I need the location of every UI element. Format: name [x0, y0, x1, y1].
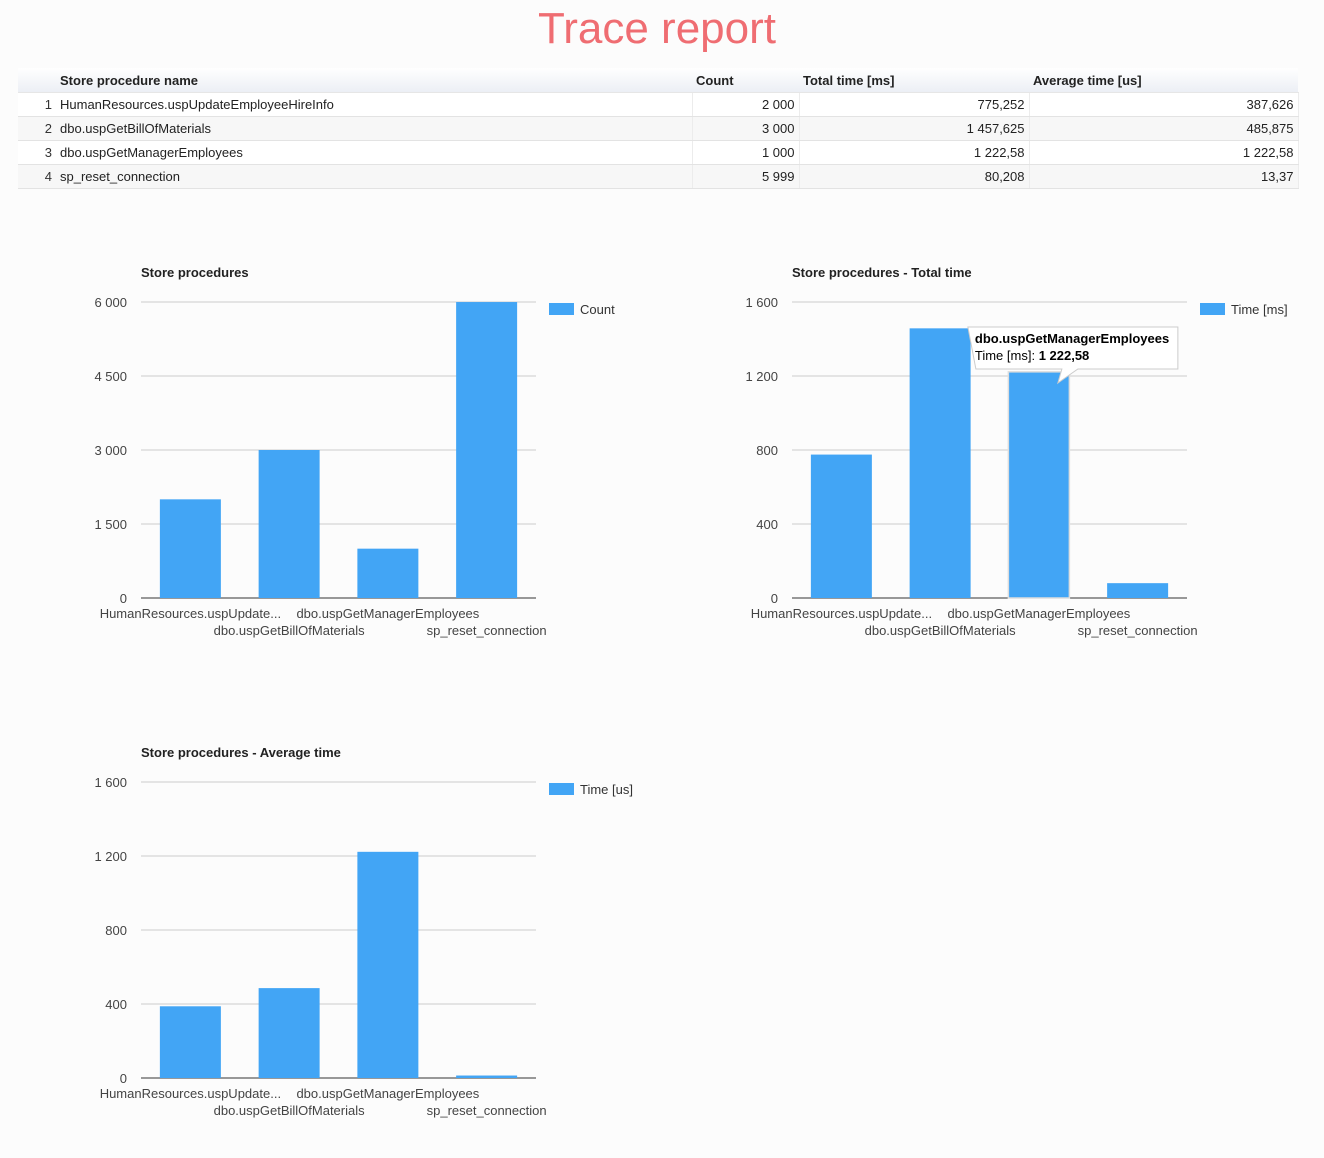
x-tick-label: sp_reset_connection: [427, 1103, 547, 1118]
count-cell: 2 000: [692, 92, 800, 117]
y-tick-label: 800: [756, 443, 778, 458]
legend-swatch[interactable]: [549, 303, 574, 315]
x-tick-label: dbo.uspGetBillOfMaterials: [214, 623, 366, 638]
count-cell: 5 999: [692, 164, 800, 189]
trace-table: Store procedure name Count Total time [m…: [18, 68, 1299, 189]
total-time-cell: 1 222,58: [799, 140, 1030, 165]
y-tick-label: 1 600: [745, 295, 778, 310]
chart-count: Store procedures 0 1 500 3 000 4 500 6 000 Hum…: [94, 265, 615, 638]
average-time-cell: 387,626: [1029, 92, 1299, 117]
procedure-name-cell: sp_reset_connection: [56, 164, 693, 189]
x-tick-label: dbo.uspGetBillOfMaterials: [865, 623, 1017, 638]
row-index: 2: [18, 116, 56, 141]
bar[interactable]: [159, 1006, 221, 1078]
x-tick-label: sp_reset_connection: [427, 623, 547, 638]
table-row[interactable]: 3 dbo.uspGetManagerEmployees 1 000 1 222…: [18, 140, 1299, 165]
total-time-cell: 775,252: [799, 92, 1030, 117]
chart-total-time: Store procedures - Total time 0 400 800 1 20…: [745, 265, 1288, 638]
bar[interactable]: [909, 328, 971, 598]
y-tick-label: 3 000: [94, 443, 127, 458]
x-tick-label: dbo.uspGetManagerEmployees: [947, 606, 1130, 621]
y-tick-label: 1 200: [745, 369, 778, 384]
bar[interactable]: [258, 988, 320, 1078]
procedure-name-cell: dbo.uspGetBillOfMaterials: [56, 116, 693, 141]
header-average-time[interactable]: Average time [us]: [1029, 68, 1298, 93]
y-tick-label: 400: [756, 517, 778, 532]
chart-title: Store procedures: [141, 265, 249, 280]
chart-title: Store procedures - Average time: [141, 745, 341, 760]
average-time-cell: 485,875: [1029, 116, 1299, 141]
y-tick-label: 4 500: [94, 369, 127, 384]
header-total-time[interactable]: Total time [ms]: [799, 68, 1029, 93]
table-header-row: Store procedure name Count Total time [m…: [18, 68, 1298, 93]
header-index[interactable]: [18, 68, 56, 93]
table-row[interactable]: 4 sp_reset_connection 5 999 80,208 13,37: [18, 164, 1299, 189]
y-tick-label: 400: [105, 997, 127, 1012]
page-title: Trace report: [537, 4, 776, 53]
row-index: 4: [18, 164, 56, 189]
y-tick-label: 1 500: [94, 517, 127, 532]
row-index: 1: [18, 92, 56, 117]
x-tick-label: sp_reset_connection: [1078, 623, 1198, 638]
bar[interactable]: [357, 548, 419, 598]
y-tick-label: 1 200: [94, 849, 127, 864]
tooltip-label: Time [ms]: [975, 348, 1032, 363]
x-tick-label: HumanResources.uspUpdate...: [100, 606, 281, 621]
bar[interactable]: [456, 1075, 518, 1078]
bar[interactable]: [810, 454, 872, 598]
table-row[interactable]: 2 dbo.uspGetBillOfMaterials 3 000 1 457,…: [18, 116, 1299, 141]
legend-swatch[interactable]: [1200, 303, 1225, 315]
bar[interactable]: [1007, 371, 1071, 599]
x-tick-label: dbo.uspGetBillOfMaterials: [214, 1103, 366, 1118]
bar[interactable]: [258, 450, 320, 598]
header-procedure-name[interactable]: Store procedure name: [56, 68, 692, 93]
bar[interactable]: [1107, 583, 1169, 598]
x-tick-label: HumanResources.uspUpdate...: [751, 606, 932, 621]
row-index: 3: [18, 140, 56, 165]
bar[interactable]: [357, 851, 419, 1078]
bar[interactable]: [159, 499, 221, 598]
chart-title: Store procedures - Total time: [792, 265, 972, 280]
x-tick-label: dbo.uspGetManagerEmployees: [296, 1086, 479, 1101]
header-count[interactable]: Count: [692, 68, 799, 93]
legend-label[interactable]: Count: [580, 302, 615, 317]
x-tick-label: dbo.uspGetManagerEmployees: [296, 606, 479, 621]
legend-label[interactable]: Time [us]: [580, 782, 633, 797]
y-tick-label: 0: [120, 591, 127, 606]
y-tick-label: 6 000: [94, 295, 127, 310]
procedure-name-cell: dbo.uspGetManagerEmployees: [56, 140, 693, 165]
total-time-cell: 1 457,625: [799, 116, 1030, 141]
y-tick-label: 800: [105, 923, 127, 938]
tooltip: dbo.uspGetManagerEmployees Time [ms]: 1 2…: [967, 326, 1179, 385]
y-tick-label: 0: [771, 591, 778, 606]
legend-label[interactable]: Time [ms]: [1231, 302, 1288, 317]
table-row[interactable]: 1 HumanResources.uspUpdateEmployeeHireIn…: [18, 92, 1299, 117]
tooltip-title: dbo.uspGetManagerEmployees: [975, 331, 1169, 346]
y-tick-label: 0: [120, 1071, 127, 1086]
tooltip-value: 1 222,58: [1039, 348, 1090, 363]
chart-average-time: Store procedures - Average time 0 400 800 1 …: [94, 745, 633, 1118]
y-tick-label: 1 600: [94, 775, 127, 790]
average-time-cell: 13,37: [1029, 164, 1299, 189]
count-cell: 1 000: [692, 140, 800, 165]
x-tick-label: HumanResources.uspUpdate...: [100, 1086, 281, 1101]
legend-swatch[interactable]: [549, 783, 574, 795]
tooltip-value-line: Time [ms]: 1 222,58: [975, 348, 1089, 363]
count-cell: 3 000: [692, 116, 800, 141]
total-time-cell: 80,208: [799, 164, 1030, 189]
procedure-name-cell: HumanResources.uspUpdateEmployeeHireInfo: [56, 92, 693, 117]
bar[interactable]: [456, 302, 518, 598]
average-time-cell: 1 222,58: [1029, 140, 1299, 165]
tooltip-colon: :: [1031, 348, 1038, 363]
